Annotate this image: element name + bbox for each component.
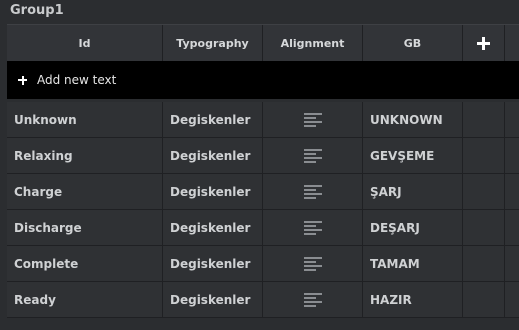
cell-empty <box>463 102 505 137</box>
align-left-icon <box>303 221 322 235</box>
column-header-alignment[interactable]: Alignment <box>263 25 363 61</box>
cell-id[interactable]: Complete <box>7 246 163 281</box>
table-header: Id Typography Alignment GB <box>7 24 519 62</box>
align-left-icon <box>303 149 322 163</box>
table-row[interactable]: Charge Degiskenler ŞARJ <box>7 174 519 210</box>
cell-alignment[interactable] <box>263 282 363 317</box>
text-table: Id Typography Alignment GB Add new text … <box>7 24 519 324</box>
cell-gb[interactable]: ŞARJ <box>363 174 463 209</box>
table-row[interactable]: Discharge Degiskenler DEŞARJ <box>7 210 519 246</box>
column-header-gb[interactable]: GB <box>363 25 463 61</box>
cell-alignment[interactable] <box>263 210 363 245</box>
cell-typography[interactable]: Degiskenler <box>163 174 263 209</box>
cell-typography[interactable]: Degiskenler <box>163 102 263 137</box>
align-left-icon <box>303 113 322 127</box>
cell-alignment[interactable] <box>263 138 363 173</box>
cell-empty <box>463 138 505 173</box>
cell-empty <box>463 282 505 317</box>
cell-typography[interactable]: Degiskenler <box>163 246 263 281</box>
cell-empty <box>463 174 505 209</box>
table-row[interactable]: Unknown Degiskenler UNKNOWN <box>7 102 519 138</box>
cell-typography[interactable]: Degiskenler <box>163 138 263 173</box>
cell-gb[interactable]: TAMAM <box>363 246 463 281</box>
column-header-id[interactable]: Id <box>7 25 163 61</box>
cell-empty <box>463 246 505 281</box>
add-new-text-button[interactable]: Add new text <box>7 61 519 99</box>
add-new-text-label: Add new text <box>37 73 117 87</box>
column-header-typography[interactable]: Typography <box>163 25 263 61</box>
cell-gb[interactable]: HAZIR <box>363 282 463 317</box>
align-left-icon <box>303 185 322 199</box>
group-header: Group1 <box>0 0 519 24</box>
cell-id[interactable]: Charge <box>7 174 163 209</box>
cell-alignment[interactable] <box>263 174 363 209</box>
plus-icon <box>477 36 490 50</box>
group-title: Group1 <box>10 3 64 18</box>
table-body: Unknown Degiskenler UNKNOWN Relaxing Deg… <box>7 102 519 318</box>
cell-alignment[interactable] <box>263 246 363 281</box>
bottom-padding <box>0 318 519 330</box>
cell-gb[interactable]: GEVŞEME <box>363 138 463 173</box>
cell-alignment[interactable] <box>263 102 363 137</box>
table-row[interactable]: Ready Degiskenler HAZIR <box>7 282 519 318</box>
cell-typography[interactable]: Degiskenler <box>163 210 263 245</box>
align-left-icon <box>303 257 322 271</box>
cell-gb[interactable]: UNKNOWN <box>363 102 463 137</box>
cell-id[interactable]: Discharge <box>7 210 163 245</box>
cell-id[interactable]: Relaxing <box>7 138 163 173</box>
table-row[interactable]: Relaxing Degiskenler GEVŞEME <box>7 138 519 174</box>
table-row[interactable]: Complete Degiskenler TAMAM <box>7 246 519 282</box>
plus-icon <box>18 75 27 85</box>
align-left-icon <box>303 293 322 307</box>
cell-id[interactable]: Ready <box>7 282 163 317</box>
add-column-button[interactable] <box>463 25 505 61</box>
cell-empty <box>463 210 505 245</box>
cell-id[interactable]: Unknown <box>7 102 163 137</box>
cell-typography[interactable]: Degiskenler <box>163 282 263 317</box>
cell-gb[interactable]: DEŞARJ <box>363 210 463 245</box>
